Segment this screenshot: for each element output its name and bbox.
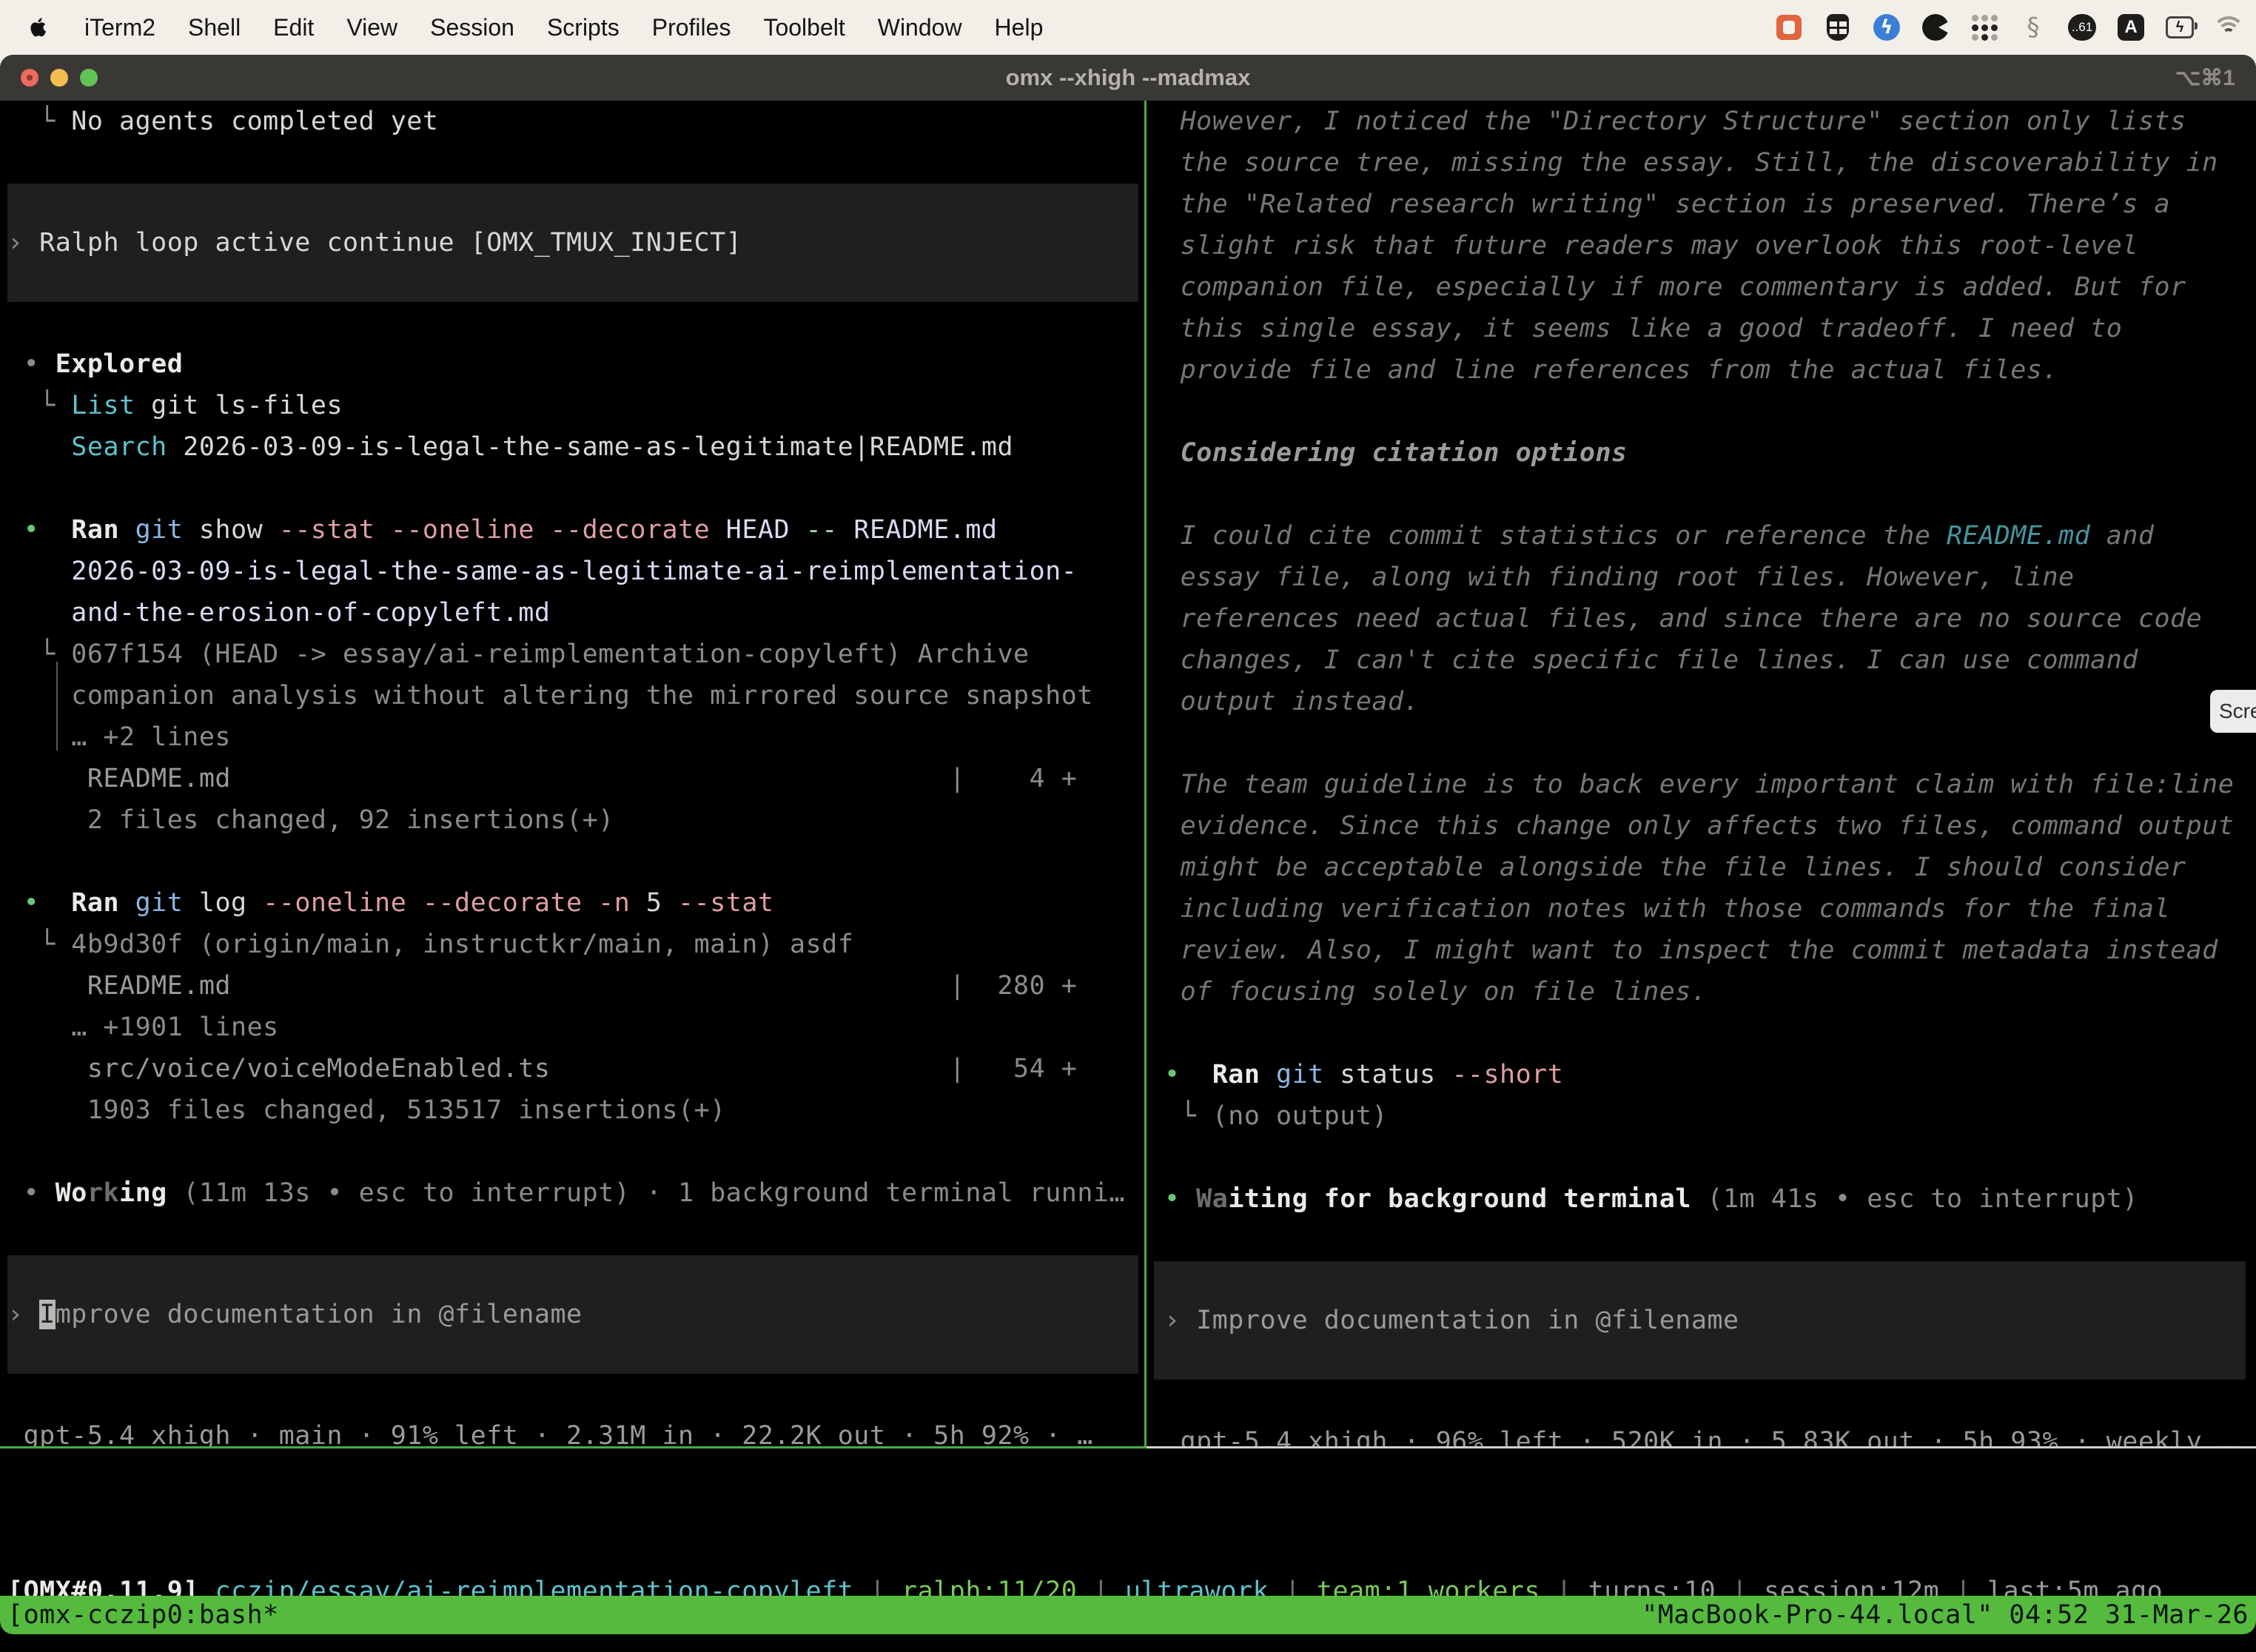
terminal-line: output instead. [1164,681,2256,722]
terminal-line: of focusing solely on file lines. [1164,971,2256,1013]
terminal-line: The team guideline is to back every impo… [1164,764,2256,805]
terminal-line: README.md | 280 + [7,965,1144,1007]
terminal-line: Search 2026-03-09-is-legal-the-same-as-l… [7,426,1144,468]
hook-icon[interactable]: § [2019,13,2047,41]
dots-grid-icon[interactable] [1970,13,1998,41]
terminal-line: changes, I can't cite specific file line… [1164,639,2256,681]
terminal-line: README.md | 4 + [7,758,1144,799]
terminal-line: └ No agents completed yet [7,101,1144,142]
terminal-line: references need actual files, and since … [1164,598,2256,639]
terminal-line: the source tree, missing the essay. Stil… [1164,142,2256,184]
terminal-line: gpt-5.4 xhigh · 96% left · 520K in · 5.8… [1164,1421,2256,1446]
terminal-line: the "Related research writing" section i… [1164,184,2256,225]
terminal-line: this single essay, it seems like a good … [1164,308,2256,349]
left-pane-border [0,1446,1144,1448]
terminal-pane-left[interactable]: └ No agents completed yet › Ralph loop ac… [0,101,1144,1446]
terminal-line: 1903 files changed, 513517 insertions(+) [7,1089,1144,1131]
terminal-line: companion file, especially if more comme… [1164,266,2256,308]
terminal-line: I could cite commit statistics or refere… [1164,515,2256,557]
desktop: iTerm2 Shell Edit View Session Scripts Profile… [0,0,2256,1652]
terminal-line: 2 files changed, 92 insertions(+) [7,799,1144,841]
terminal-line: However, I noticed the "Directory Struct… [1164,101,2256,142]
tmux-session-label[interactable]: [omx-cczip0:bash* [0,1600,279,1630]
terminal-line: └ 4b9d30f (origin/main, instructkr/main,… [7,924,1144,965]
menu-item-view[interactable]: View [346,14,397,41]
tree-connector [56,662,58,751]
terminal-line [7,468,1144,509]
terminal-line: … +2 lines [7,716,1144,758]
prompt-box[interactable]: › Improve documentation in @filename [1154,1261,2246,1380]
menu-bar: iTerm2 Shell Edit View Session Scripts Profile… [0,0,2256,55]
terminal-line: … +1901 lines [7,1007,1144,1048]
terminal-pane-right[interactable]: However, I noticed the "Directory Struct… [1147,101,2256,1446]
shield-icon[interactable] [1824,13,1852,41]
wifi-icon[interactable] [2215,13,2243,41]
menu-item-edit[interactable]: Edit [273,14,314,41]
tmux-host-clock: "MacBook-Pro-44.local" 04:52 31-Mar-26 [1642,1600,2256,1630]
terminal-line [1164,391,2256,432]
menu-item-help[interactable]: Help [995,14,1044,41]
prompt-line: › Ralph loop active continue [OMX_TMUX_I… [7,222,1138,263]
terminal-line: src/voice/voiceModeEnabled.ts | 54 + [7,1048,1144,1089]
menu-item-window[interactable]: Window [878,14,962,41]
iterm-window: omx --xhigh --madmax ⌥⌘1 └ No agents com… [0,55,2256,1634]
terminal-line: and-the-erosion-of-copyleft.md [7,592,1144,634]
prompt-line: › Improve documentation in @filename [1164,1300,2246,1341]
menu-bar-status-icons: ϟ § ..61 A ϟ [1775,13,2256,41]
terminal-line: evidence. Since this change only affects… [1164,805,2256,847]
terminal-line [7,841,1144,882]
menu-item-session[interactable]: Session [430,14,514,41]
right-pane-border [1147,1446,2256,1448]
record-icon[interactable] [1921,13,1950,41]
prompt-line: › Improve documentation in @filename [7,1294,1138,1335]
screen-tooltip-label: Scre [2219,699,2256,723]
input-source-icon[interactable]: A [2117,13,2145,41]
terminal-line: • Ran git status --short [1164,1054,2256,1095]
window-title: omx --xhigh --madmax [0,64,2256,91]
terminal-line: • Ran git show --stat --oneline --decora… [7,509,1144,551]
window-shortcut: ⌥⌘1 [2175,65,2235,91]
terminal-line: slight risk that future readers may over… [1164,225,2256,266]
terminal-line [1164,1013,2256,1054]
apple-icon[interactable] [30,16,49,38]
count-badge-icon[interactable]: ..61 [2068,13,2096,41]
tmux-status-bar: [omx-cczip0:bash* "MacBook-Pro-44.local"… [0,1596,2256,1634]
screen-tooltip[interactable]: Scre [2210,690,2256,733]
menu-item-scripts[interactable]: Scripts [547,14,620,41]
terminal-line: └ List git ls-files [7,385,1144,426]
terminal-line: └ (no output) [1164,1095,2256,1137]
menu-item-profiles[interactable]: Profiles [652,14,731,41]
terminal-line: • Explored [7,343,1144,385]
terminal-line: review. Also, I might want to inspect th… [1164,930,2256,971]
menu-item-shell[interactable]: Shell [188,14,241,41]
menu-item-toolbelt[interactable]: Toolbelt [763,14,845,41]
terminal-line [1164,722,2256,764]
terminal-line: • Waiting for background terminal (1m 41… [1164,1178,2256,1220]
terminal-line: including verification notes with those … [1164,888,2256,930]
terminal-line: gpt-5.4 xhigh · main · 91% left · 2.31M … [7,1415,1144,1446]
screenshot-icon[interactable] [1775,13,1803,41]
terminal-line: provide file and line references from th… [1164,349,2256,391]
terminal-line [1164,474,2256,515]
terminal-line: 2026-03-09-is-legal-the-same-as-legitima… [7,551,1144,592]
terminal-line: • Ran git log --oneline --decorate -n 5 … [7,882,1144,924]
terminal-line: • Working (11m 13s • esc to interrupt) ·… [7,1172,1144,1214]
badge-icon[interactable]: ϟ [1873,13,1901,41]
prompt-box[interactable]: › Ralph loop active continue [OMX_TMUX_I… [7,184,1138,302]
terminal-line [1164,1137,2256,1178]
menu-item-iterm2[interactable]: iTerm2 [84,14,155,41]
terminal-line: └ 067f154 (HEAD -> essay/ai-reimplementa… [7,634,1144,675]
terminal-line [7,1131,1144,1172]
menu-bar-left: iTerm2 Shell Edit View Session Scripts Profile… [0,14,1043,41]
terminal-line: might be acceptable alongside the file l… [1164,847,2256,888]
terminal-line: essay file, along with finding root file… [1164,557,2256,598]
title-bar[interactable]: omx --xhigh --madmax ⌥⌘1 [0,55,2256,101]
terminal-line: companion analysis without altering the … [7,675,1144,716]
terminal-line: Considering citation options [1164,432,2256,474]
battery-icon[interactable]: ϟ [2166,13,2194,41]
prompt-box[interactable]: › Improve documentation in @filename [7,1255,1138,1374]
